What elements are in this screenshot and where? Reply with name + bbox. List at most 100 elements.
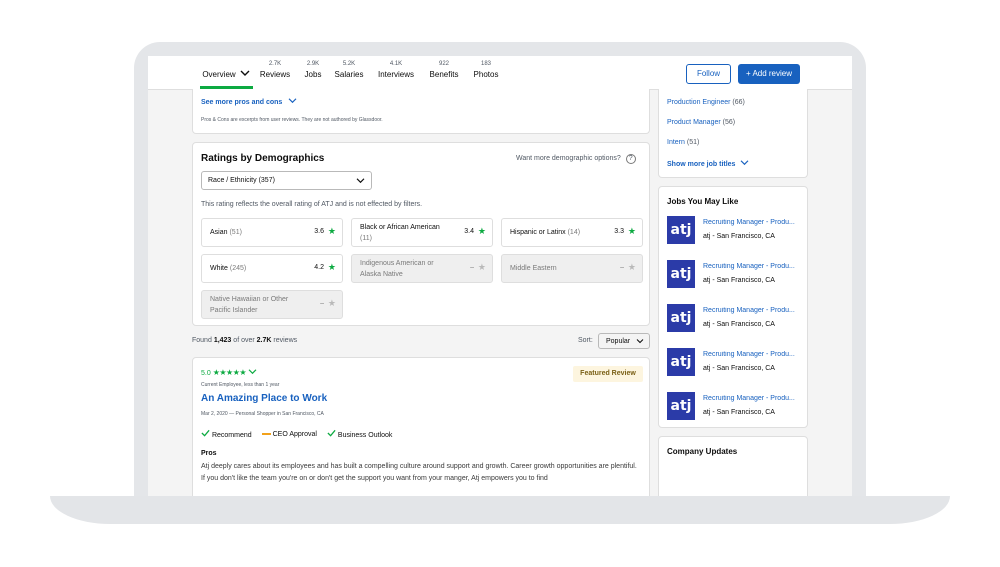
pros-label: Pros (201, 450, 217, 457)
demographic-hispanic[interactable]: Hispanic or Latinx (14) 3.3 ★ (501, 218, 643, 247)
pros-cons-disclaimer: Pros & Cons are excerpts from user revie… (201, 117, 383, 123)
pros-cons-card: See more pros and cons Pros & Cons are e… (192, 89, 650, 134)
tab-count: 4.1K (389, 61, 403, 67)
tab-overview[interactable]: Overview (200, 70, 238, 79)
star-icon: ★ (627, 262, 636, 272)
demographic-asian[interactable]: Asian (51) 3.6 ★ (201, 218, 343, 247)
chevron-down-icon (356, 177, 365, 186)
tab-reviews[interactable]: 2.7K Reviews (258, 61, 292, 79)
job-title-filter[interactable]: Intern (51) (667, 139, 699, 146)
tab-label: Photos (473, 70, 499, 79)
demographic-name: Indigenous American or Alaska Native (360, 259, 434, 278)
demographic-name: Black or African American (11) (360, 223, 440, 242)
see-more-pros-cons-link[interactable]: See more pros and cons (201, 97, 297, 106)
company-updates-card: Company Updates (658, 436, 808, 496)
selector-value: Race / Ethnicity (357) (208, 177, 275, 184)
ceo-approval-indicator: CEO Approval (261, 431, 317, 438)
job-location: atj - San Francisco, CA (703, 233, 775, 240)
demographics-note: This rating reflects the overall rating … (201, 201, 423, 208)
tab-label: Benefits (429, 70, 459, 79)
company-logo: atj (667, 392, 695, 420)
tab-interviews[interactable]: 4.1K Interviews (377, 61, 415, 79)
demographic-middle-eastern: Middle Eastern – ★ (501, 254, 643, 283)
review-score: 5.0 (201, 370, 211, 377)
add-review-button[interactable]: + Add review (738, 64, 800, 84)
check-icon (201, 429, 210, 439)
tab-count: 183 (480, 61, 491, 67)
business-outlook-indicator: Business Outlook (327, 429, 392, 439)
sort-dropdown[interactable]: Popular (598, 333, 650, 349)
review-title-link[interactable]: An Amazing Place to Work (201, 393, 327, 404)
review-meta: Mar 2, 2020 — Personal Shopper in San Fr… (201, 411, 324, 417)
tab-count: 5.2K (342, 61, 356, 67)
tab-benefits[interactable]: 922 Benefits (429, 61, 459, 79)
job-listing-link[interactable]: Recruiting Manager - Produ... (703, 307, 801, 314)
jobs-heading: Jobs You May Like (667, 197, 739, 206)
more-demographic-options[interactable]: Want more demographic options? ? (516, 154, 636, 164)
demographic-name: White (245) (210, 265, 247, 272)
tab-photos[interactable]: 183 Photos (471, 61, 501, 79)
job-title-filter[interactable]: Product Manager (56) (667, 119, 735, 126)
demographic-name: Asian (51) (210, 229, 242, 236)
job-location: atj - San Francisco, CA (703, 409, 775, 416)
job-title-filter[interactable]: Production Engineer (66) (667, 99, 745, 106)
demographic-selector[interactable]: Race / Ethnicity (357) (201, 171, 372, 190)
star-icon: ★ (627, 226, 636, 236)
tab-label: Jobs (304, 70, 322, 79)
demographic-name: Middle Eastern (510, 265, 557, 272)
neutral-dash-icon (261, 432, 271, 435)
demographic-rating: 3.6 (314, 228, 324, 235)
review-indicators: Recommend CEO Approval Business Outlook (201, 429, 392, 439)
demographic-rating: – (620, 264, 624, 271)
demographic-indigenous: Indigenous American or Alaska Native – ★ (351, 254, 493, 283)
help-icon[interactable]: ? (625, 154, 636, 164)
show-more-job-titles-link[interactable]: Show more job titles (667, 159, 749, 168)
tab-label: Salaries (334, 70, 364, 79)
check-icon (327, 429, 336, 439)
company-nav-bar: Overview 2.7K Reviews 2.9K Jobs 5.2K Sal… (148, 56, 852, 90)
star-icon: ★ (327, 226, 336, 236)
sort-value: Popular (606, 338, 631, 345)
featured-review-badge: Featured Review (573, 366, 643, 382)
demographic-rating: 3.3 (614, 228, 624, 235)
job-listing-link[interactable]: Recruiting Manager - Produ... (703, 263, 801, 270)
company-logo: atj (667, 348, 695, 376)
job-location: atj - San Francisco, CA (703, 277, 775, 284)
star-icon: ★ (477, 262, 486, 272)
tab-count: 922 (438, 61, 449, 67)
jobs-you-may-like-card: Jobs You May Like atj Recruiting Manager… (658, 186, 808, 428)
author-status: Current Employee, less than 1 year (201, 382, 280, 388)
recommend-indicator: Recommend (201, 429, 252, 439)
more-options-label: Want more demographic options? (516, 155, 621, 162)
chevron-down-icon (248, 369, 257, 377)
job-listing-link[interactable]: Recruiting Manager - Produ... (703, 219, 801, 226)
tab-salaries[interactable]: 5.2K Salaries (334, 61, 364, 79)
company-updates-heading: Company Updates (667, 447, 738, 456)
demographic-black[interactable]: Black or African American (11) 3.4 ★ (351, 218, 493, 247)
review-rating[interactable]: 5.0 ★★★★★ (201, 368, 257, 377)
chevron-down-icon (740, 160, 749, 168)
star-icon: ★ (477, 226, 486, 236)
reviews-found-summary: Found 1,423 of over 2.7K reviews (192, 337, 298, 344)
demographic-rating: – (320, 300, 324, 307)
company-logo: atj (667, 260, 695, 288)
review-card: 5.0 ★★★★★ Current Employee, less than 1 … (192, 357, 650, 496)
demographics-card: Ratings by Demographics Want more demogr… (192, 142, 650, 326)
demographic-white[interactable]: White (245) 4.2 ★ (201, 254, 343, 283)
company-logo: atj (667, 216, 695, 244)
demographic-name: Native Hawaiian or Other Pacific Islande… (210, 295, 289, 314)
pros-text: Atj deeply cares about its employees and… (201, 463, 637, 482)
chevron-down-icon[interactable] (240, 69, 250, 79)
job-listing-link[interactable]: Recruiting Manager - Produ... (703, 351, 801, 358)
tab-jobs[interactable]: 2.9K Jobs (303, 61, 323, 79)
job-location: atj - San Francisco, CA (703, 321, 775, 328)
demographic-rating: – (470, 264, 474, 271)
job-location: atj - San Francisco, CA (703, 365, 775, 372)
demographics-title: Ratings by Demographics (201, 153, 325, 164)
chevron-down-icon (636, 338, 644, 346)
job-listing-link[interactable]: Recruiting Manager - Produ... (703, 395, 801, 402)
review-stars-icon: ★★★★★ (212, 368, 247, 377)
follow-button[interactable]: Follow (686, 64, 731, 84)
demographic-name: Hispanic or Latinx (14) (510, 229, 581, 236)
demographic-rating: 3.4 (464, 228, 474, 235)
